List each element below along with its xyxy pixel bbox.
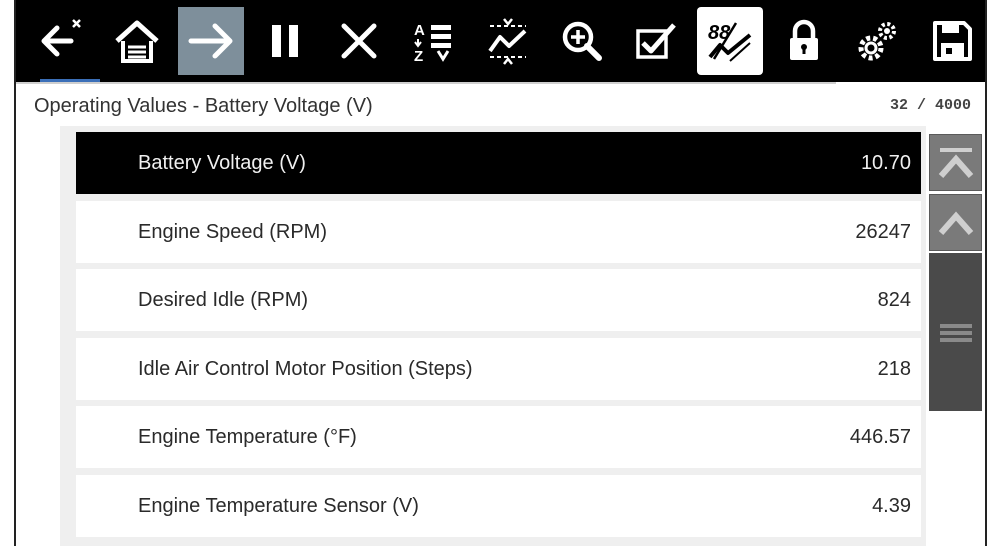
graph-zoom-button[interactable] [474, 7, 540, 75]
back-button[interactable] [30, 7, 96, 75]
scan-tool-screen: A Z 88 Operating Values - Battery Voltag… [14, 0, 987, 546]
zoom-in-icon [562, 21, 602, 61]
lock-button[interactable] [771, 7, 837, 75]
list-item[interactable]: Engine Speed (RPM) 26247 [76, 201, 921, 263]
clear-button[interactable] [326, 7, 392, 75]
pause-button[interactable] [252, 7, 318, 75]
pid-list: Battery Voltage (V) 10.70 Engine Speed (… [60, 126, 926, 546]
double-chevron-up-icon [938, 147, 973, 178]
save-icon [932, 21, 972, 61]
svg-text:A: A [414, 22, 425, 39]
pid-label: Idle Air Control Motor Position (Steps) [138, 357, 473, 380]
zoom-button[interactable] [549, 7, 615, 75]
pid-label: Engine Speed (RPM) [138, 220, 327, 243]
forward-button[interactable] [178, 7, 245, 75]
pid-label: Engine Temperature Sensor (V) [138, 494, 419, 517]
scrollbar[interactable] [929, 126, 985, 546]
sort-az-icon: A Z [414, 22, 452, 65]
pid-label: Battery Voltage (V) [138, 151, 306, 174]
settings-icon [858, 22, 896, 61]
header-divider [16, 82, 836, 84]
scroll-thumb[interactable] [929, 253, 982, 411]
pid-view-button[interactable]: 88 [696, 7, 763, 75]
pid-value: 26247 [855, 220, 911, 243]
svg-text:88: 88 [708, 22, 731, 44]
settings-button[interactable] [845, 7, 911, 75]
pid-value: 218 [877, 357, 911, 380]
select-button[interactable] [623, 7, 689, 75]
pid-value: 824 [877, 288, 911, 311]
home-button[interactable] [104, 7, 170, 75]
chevron-up-icon [938, 210, 973, 235]
grip-icon [939, 324, 972, 342]
list-item[interactable]: Engine Temperature (°F) 446.57 [76, 406, 921, 468]
scroll-track[interactable] [929, 411, 982, 546]
forward-icon [188, 23, 233, 59]
scroll-up-button[interactable] [929, 194, 982, 251]
svg-text:Z: Z [414, 48, 423, 65]
pid-label: Engine Temperature (°F) [138, 425, 357, 448]
record-counter: 32 / 4000 [889, 97, 971, 114]
list-item[interactable]: Desired Idle (RPM) 824 [76, 269, 921, 331]
pid-value: 4.39 [872, 494, 911, 517]
scroll-to-top-button[interactable] [929, 134, 982, 191]
lock-icon [789, 19, 818, 60]
checklist-icon [635, 23, 676, 59]
back-exit-icon [41, 19, 81, 57]
pid-chart-icon: 88 [708, 22, 752, 62]
pause-icon [272, 25, 299, 57]
list-item[interactable]: Idle Air Control Motor Position (Steps) … [76, 338, 921, 400]
sort-button[interactable]: A Z [400, 7, 466, 75]
page-title: Operating Values - Battery Voltage (V) [34, 95, 373, 117]
pid-value: 10.70 [860, 151, 911, 174]
toolbar: A Z 88 [16, 0, 985, 82]
list-item[interactable]: Engine Temperature Sensor (V) 4.39 [76, 475, 921, 537]
pid-value: 446.57 [849, 425, 911, 448]
zoom-graph-icon [487, 18, 526, 65]
home-icon [115, 20, 159, 63]
list-item-selected[interactable]: Battery Voltage (V) 10.70 [76, 132, 921, 194]
pid-label: Desired Idle (RPM) [138, 288, 309, 311]
save-button[interactable] [919, 7, 985, 75]
close-icon [341, 23, 377, 59]
